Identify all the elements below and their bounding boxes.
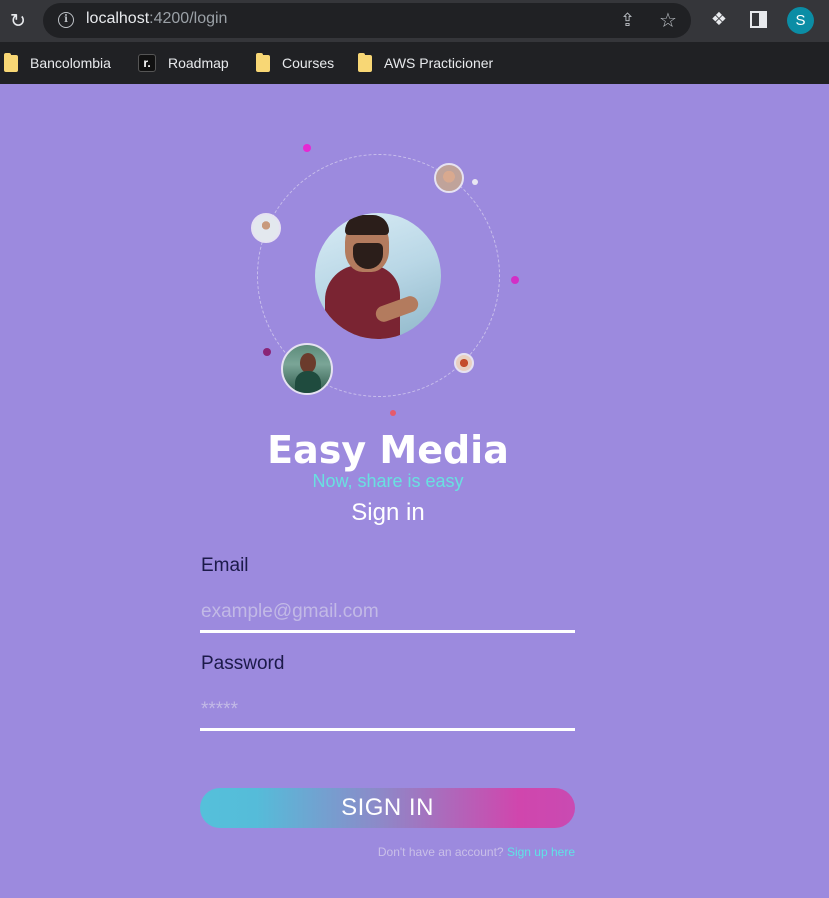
roadmap-icon: r.	[138, 54, 156, 72]
orbit-dot	[390, 410, 396, 416]
folder-icon	[256, 52, 270, 72]
browser-toolbar: ↻ i localhost:4200/login ⇪ ☆ ❖ S	[0, 0, 829, 42]
password-label: Password	[201, 653, 285, 674]
site-info-icon[interactable]: i	[58, 12, 74, 28]
profile-avatar[interactable]: S	[787, 7, 814, 34]
orbit-dot	[511, 276, 519, 284]
orbit-avatar-left	[251, 213, 281, 243]
bookmark-bancolombia[interactable]: Bancolombia	[4, 52, 111, 74]
folder-icon	[358, 52, 372, 72]
signup-prompt: Don't have an account?	[377, 845, 504, 859]
app-title: Easy Media	[267, 428, 509, 472]
orbit-dot	[303, 144, 311, 152]
url-path: :4200/login	[149, 10, 228, 27]
address-bar[interactable]: i localhost:4200/login ⇪ ☆	[43, 3, 691, 38]
orbit-avatar-top-right	[434, 163, 464, 193]
email-field[interactable]	[200, 593, 575, 633]
extensions-puzzle-icon[interactable]: ❖	[709, 10, 729, 30]
sign-up-link[interactable]: Sign up here	[507, 845, 575, 859]
orbit-avatar-bottom-left	[281, 343, 333, 395]
bookmark-roadmap[interactable]: r. Roadmap	[138, 52, 229, 74]
signup-row: Don't have an account? Sign up here	[200, 845, 575, 859]
hero-avatar-image	[315, 213, 441, 339]
bookmark-courses[interactable]: Courses	[256, 52, 334, 74]
share-icon[interactable]: ⇪	[620, 10, 635, 31]
email-label: Email	[201, 555, 249, 576]
bookmark-label: Bancolombia	[30, 55, 111, 71]
bookmark-label: AWS Practicioner	[384, 55, 494, 71]
orbit-avatar-bottom-right	[454, 353, 474, 373]
side-panel-icon[interactable]	[750, 11, 767, 28]
sign-in-button[interactable]: SIGN IN	[200, 788, 575, 828]
hero-person-body	[325, 265, 400, 339]
hero-person-hair	[345, 215, 389, 235]
url-host: localhost	[86, 10, 150, 27]
bookmark-label: Roadmap	[168, 55, 229, 71]
password-field[interactable]	[200, 691, 575, 731]
orbit-dot	[472, 179, 478, 185]
app-tagline: Now, share is easy	[312, 471, 464, 491]
browser-chrome: ↻ i localhost:4200/login ⇪ ☆ ❖ S Bancolo…	[0, 0, 829, 84]
reload-icon[interactable]: ↻	[6, 9, 30, 33]
form-title: Sign in	[351, 499, 425, 526]
url-text[interactable]: localhost:4200/login	[86, 10, 227, 28]
bookmark-star-icon[interactable]: ☆	[659, 8, 677, 32]
bookmarks-bar: Bancolombia r. Roadmap Courses AWS Pract…	[0, 42, 829, 84]
bookmark-label: Courses	[282, 55, 335, 71]
bookmark-aws-practicioner[interactable]: AWS Practicioner	[358, 52, 493, 74]
folder-icon	[4, 52, 18, 72]
orbit-dot	[263, 348, 271, 356]
